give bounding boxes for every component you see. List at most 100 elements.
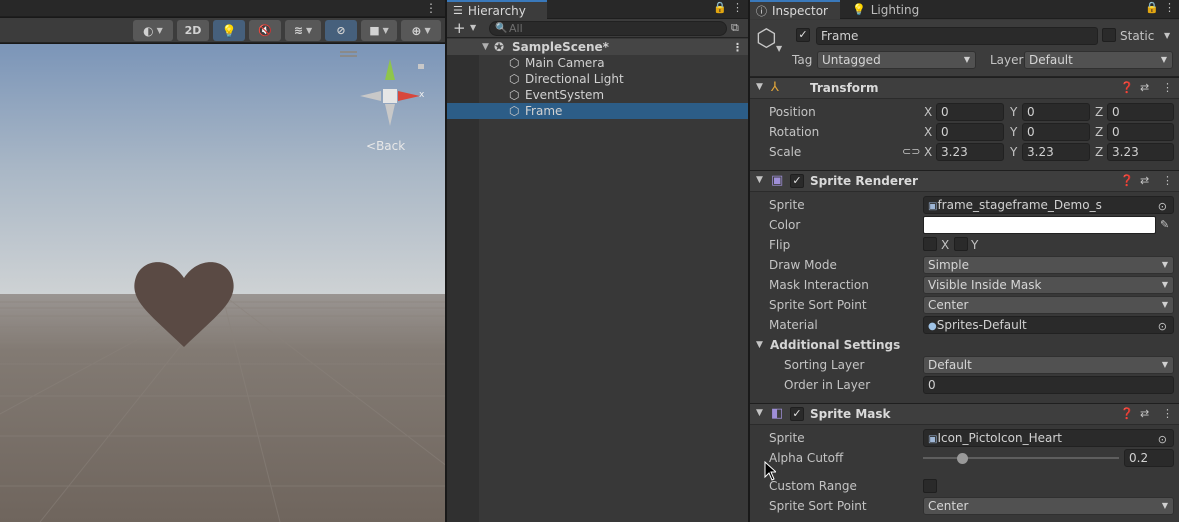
hierarchy-item-selected[interactable]: ⬡ Frame [447,103,748,119]
gizmos-button[interactable]: ⊕ ▼ [401,20,441,41]
constrain-proportions-link-icon[interactable]: ⊂⊃ [902,145,920,158]
rotation-y-field[interactable]: 0 [1022,123,1090,141]
object-picker-icon[interactable]: ⊙ [1158,432,1167,446]
alpha-cutoff-slider-track[interactable] [923,457,1119,459]
chevron-down-icon: ▼ [1160,55,1167,64]
sprite-object-field[interactable]: ▣frame_stageframe_Demo_s ⊙ [923,196,1174,214]
create-plus-icon[interactable]: + [453,20,466,36]
gizmo-lock-bar-2 [340,55,357,57]
gizmo-z-axis[interactable] [418,64,424,69]
object-picker-icon[interactable]: ⊙ [1158,199,1167,213]
hierarchy-search-input[interactable]: 🔍 All [489,21,727,36]
toggle-2d-button[interactable]: 2D [177,20,209,41]
draw-mode-dropdown[interactable]: Simple ▼ [923,256,1174,274]
fold-arrow-icon[interactable]: ▼ [756,82,763,92]
rotation-z-field[interactable]: 0 [1107,123,1174,141]
hierarchy-item-label: Main Camera [525,56,605,70]
gizmo-back-label[interactable]: <Back [366,139,405,153]
presets-icon[interactable]: ⇄ [1140,174,1149,187]
help-icon[interactable]: ❓ [1120,81,1134,94]
chevron-down-icon[interactable]: ▼ [1164,31,1170,40]
tab-lighting[interactable]: 💡 Lighting [846,0,926,19]
gizmo-center[interactable] [383,89,397,103]
fold-arrow-icon[interactable]: ▼ [756,340,763,350]
scene-view[interactable]: ⋮ ◐ ▼ 2D 💡 🔇 ≋ ▼ ⊘ ■ ▼ ⊕ ▼ x <Back [0,0,445,522]
fold-arrow-icon[interactable]: ▼ [756,175,763,185]
scale-x-field[interactable]: 3.23 [936,143,1004,161]
gizmo-lock-bar [340,51,357,53]
sprite-sort-point-dropdown[interactable]: Center ▼ [923,296,1174,314]
mask-sort-point-dropdown[interactable]: Center ▼ [923,497,1174,515]
rotation-x-field[interactable]: 0 [936,123,1004,141]
mask-interaction-dropdown[interactable]: Visible Inside Mask ▼ [923,276,1174,294]
rotation-label: Rotation [769,125,820,139]
scene-row[interactable]: ▼ ✪ SampleScene* ⋮ [447,39,748,55]
active-checkbox[interactable]: ✓ [796,28,810,42]
scale-z-field[interactable]: 3.23 [1107,143,1174,161]
component-menu-icon[interactable]: ⋮ [1162,174,1173,187]
tab-hierarchy[interactable]: ☰ Hierarchy [447,0,547,19]
position-z-field[interactable]: 0 [1107,103,1174,121]
transform-header[interactable]: ▼ ⅄ Transform ❓ ⇄ ⋮ [750,77,1179,99]
help-icon[interactable]: ❓ [1120,174,1134,187]
presets-icon[interactable]: ⇄ [1140,407,1149,420]
material-object-field[interactable]: ●Sprites-Default ⊙ [923,316,1174,334]
hierarchy-item[interactable]: ⬡ EventSystem [447,87,748,103]
gameobject-cube-icon: ⬡ [509,88,520,102]
scene-menu-icon[interactable]: ⋮ [425,0,437,16]
scene-render [0,44,445,522]
hierarchy-item[interactable]: ⬡ Directional Light [447,71,748,87]
alpha-cutoff-slider-knob[interactable] [956,453,968,464]
layer-dropdown[interactable]: Default ▼ [1024,51,1173,69]
scene-visibility-button[interactable]: ⊘ [325,20,357,41]
sprite-renderer-header[interactable]: ▼ ▣ ✓ Sprite Renderer ❓ ⇄ ⋮ [750,170,1179,192]
lock-icon[interactable]: 🔒 [713,1,727,14]
mask-sprite-object-field[interactable]: ▣Icon_PictoIcon_Heart ⊙ [923,429,1174,447]
camera-settings-button[interactable]: ■ ▼ [361,20,397,41]
component-menu-icon[interactable]: ⋮ [1162,81,1173,94]
alpha-cutoff-field[interactable]: 0.2 [1124,449,1174,467]
sprite-mask-header[interactable]: ▼ ◧ ✓ Sprite Mask ❓ ⇄ ⋮ [750,403,1179,425]
hierarchy-item[interactable]: ⬡ Main Camera [447,55,748,71]
position-x-field[interactable]: 0 [936,103,1004,121]
component-menu-icon[interactable]: ⋮ [1162,407,1173,420]
draw-mode-button[interactable]: ◐ ▼ [133,20,173,41]
chevron-down-icon[interactable]: ▼ [776,44,782,53]
object-picker-icon[interactable]: ⊙ [1158,319,1167,333]
fold-arrow-icon[interactable]: ▼ [756,408,763,418]
chevron-down-icon[interactable]: ▼ [470,23,476,32]
effects-toggle-button[interactable]: ≋ ▼ [285,20,321,41]
tab-inspector[interactable]: ⓘ Inspector [750,0,840,19]
additional-settings-foldout[interactable]: Additional Settings [770,338,900,352]
sprite-renderer-enabled-checkbox[interactable]: ✓ [790,174,804,188]
tag-dropdown[interactable]: Untagged ▼ [817,51,976,69]
order-in-layer-field[interactable]: 0 [923,376,1174,394]
hierarchy-menu-icon[interactable]: ⋮ [732,1,743,14]
gizmo-x-label: x [419,90,425,100]
lighting-toggle-button[interactable]: 💡 [213,20,245,41]
presets-icon[interactable]: ⇄ [1140,81,1149,94]
eyedropper-icon[interactable]: ✎ [1160,218,1169,231]
expand-arrow-icon[interactable]: ▼ [482,42,489,52]
color-swatch[interactable] [923,216,1156,234]
scale-y-field[interactable]: 3.23 [1022,143,1090,161]
lock-icon[interactable]: 🔒 [1145,1,1159,14]
transform-axes-icon: ⅄ [771,80,779,95]
flip-x-checkbox[interactable] [923,237,937,251]
scene-search-icon[interactable]: ⧉ [731,21,739,35]
object-name-field[interactable]: Frame [816,27,1098,45]
axis-y-label: Y [1010,145,1018,159]
scene-menu-icon[interactable]: ⋮ [732,41,743,54]
axis-z-label: Z [1095,105,1104,119]
static-checkbox[interactable] [1102,28,1116,42]
inspector-menu-icon[interactable]: ⋮ [1164,1,1175,14]
chevron-down-icon: ▼ [306,26,313,35]
flip-y-checkbox[interactable] [954,237,968,251]
position-y-field[interactable]: 0 [1022,103,1090,121]
scene-viewport[interactable]: x <Back [0,44,445,522]
sorting-layer-dropdown[interactable]: Default ▼ [923,356,1174,374]
custom-range-checkbox[interactable] [923,479,937,493]
sprite-mask-enabled-checkbox[interactable]: ✓ [790,407,804,421]
help-icon[interactable]: ❓ [1120,407,1134,420]
audio-toggle-button[interactable]: 🔇 [249,20,281,41]
